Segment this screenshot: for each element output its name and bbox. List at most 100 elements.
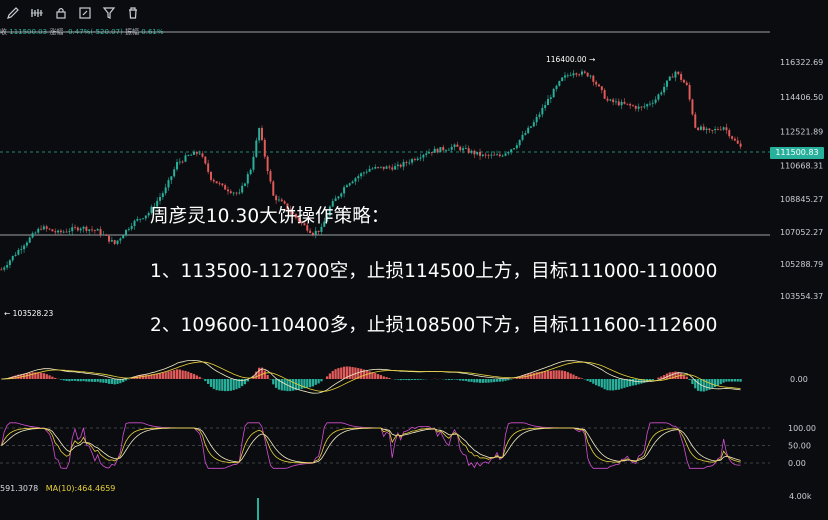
candle-body <box>674 71 677 78</box>
candle-body <box>360 173 363 177</box>
candle-body <box>569 75 572 77</box>
macd-bar <box>283 379 286 391</box>
candle-body <box>226 189 229 192</box>
chart-toolbar <box>0 0 828 26</box>
current-price-tag: 111500.83 <box>770 147 824 159</box>
lock-icon[interactable] <box>52 4 70 22</box>
candle-body <box>229 191 232 193</box>
macd-bar <box>382 376 385 379</box>
candle-body <box>119 238 122 241</box>
macd-bar <box>634 379 637 386</box>
candle-body <box>660 92 663 95</box>
candle-body <box>640 106 643 108</box>
candle-body <box>510 149 513 152</box>
candle-body <box>680 74 683 80</box>
candle-body <box>190 154 193 156</box>
volume-ma10: MA(10):464.4659 <box>45 484 116 493</box>
macd-bar <box>580 378 584 379</box>
candle-body <box>665 80 668 87</box>
macd-bar <box>187 371 190 379</box>
candle-body <box>82 226 85 229</box>
macd-bar <box>696 379 700 391</box>
macd-bar <box>575 376 578 379</box>
macd-bar <box>450 379 453 380</box>
candle-body <box>0 269 3 271</box>
candle-body <box>340 193 343 197</box>
macd-bar <box>549 370 552 379</box>
candle-body <box>252 156 255 170</box>
macd-bar <box>331 370 334 379</box>
candle-body <box>490 154 493 156</box>
macd-bar <box>470 379 473 382</box>
candle-body <box>170 176 173 181</box>
candle-body <box>697 127 700 130</box>
candle-body <box>243 183 246 186</box>
macd-bar <box>328 373 332 379</box>
candle-body <box>481 154 484 156</box>
macd-bar <box>215 379 218 391</box>
candle-body <box>470 150 473 153</box>
kdj-tick-label: 100.00 <box>788 424 816 433</box>
macd-bar <box>413 379 417 380</box>
candle-body <box>57 230 60 233</box>
candle-body <box>201 153 204 157</box>
macd-bar <box>456 379 459 380</box>
candle-body <box>442 147 445 151</box>
macd-bar <box>493 379 496 383</box>
edit-icon[interactable] <box>76 4 94 22</box>
candle-body <box>221 183 224 186</box>
candle-body <box>711 130 714 131</box>
candle-body <box>65 231 68 233</box>
candle-body <box>215 181 218 184</box>
macd-bar <box>609 379 612 391</box>
candle-body <box>600 86 603 91</box>
macd-bar <box>207 379 210 384</box>
candle-body <box>501 155 504 157</box>
macd-bar <box>600 379 603 388</box>
candle-body <box>399 164 402 167</box>
candle-body <box>425 153 428 155</box>
macd-bar <box>592 379 595 384</box>
macd-bar <box>495 379 499 382</box>
trash-icon[interactable] <box>124 4 142 22</box>
macd-bar <box>359 368 363 379</box>
candle-body <box>694 114 697 128</box>
candle-body <box>436 148 439 153</box>
price-tick-label: 112521.89 <box>780 128 823 137</box>
macd-bar <box>124 379 128 381</box>
macd-bar <box>515 378 518 379</box>
indicator-icon[interactable] <box>28 4 46 22</box>
candle-body <box>88 229 91 231</box>
macd-bar <box>617 379 620 390</box>
candle-body <box>464 148 467 149</box>
macd-bar <box>561 370 564 379</box>
macd-bar <box>473 379 476 383</box>
candle-body <box>654 99 657 103</box>
candle-body <box>498 154 501 157</box>
candle-body <box>535 116 538 123</box>
candle-body <box>99 229 102 235</box>
candle-body <box>385 166 388 169</box>
macd-bar <box>175 369 179 379</box>
macd-bar <box>170 370 173 379</box>
macd-bar <box>306 379 309 388</box>
macd-bar <box>116 379 119 384</box>
candle-body <box>198 153 201 155</box>
candle-body <box>416 158 419 161</box>
candle-body <box>130 226 133 229</box>
macd-bar <box>48 375 51 379</box>
macd-bar <box>59 379 63 380</box>
macd-bar <box>107 379 111 384</box>
macd-bar <box>173 370 176 379</box>
macd-bar <box>161 372 164 379</box>
candle-body <box>586 72 589 77</box>
pencil-icon[interactable] <box>4 4 22 22</box>
candle-body <box>476 151 479 155</box>
candle-body <box>269 171 272 182</box>
candle-body <box>377 167 380 168</box>
macd-bar <box>484 379 487 383</box>
candle-body <box>564 75 566 78</box>
macd-bar <box>71 379 74 381</box>
candle-body <box>561 77 564 82</box>
filter-icon[interactable] <box>100 4 118 22</box>
